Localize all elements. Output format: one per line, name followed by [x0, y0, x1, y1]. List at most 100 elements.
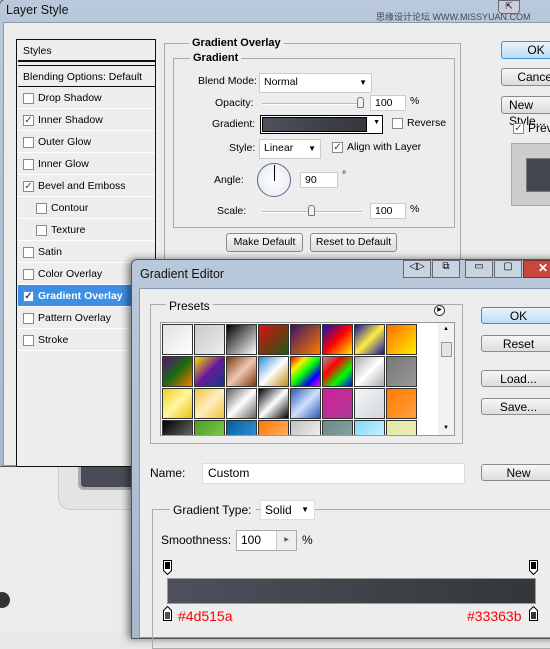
style-item-checkbox[interactable] — [23, 334, 34, 346]
style-item-checkbox[interactable]: ✓ — [23, 114, 34, 126]
preview-checkbox[interactable]: ✓ Preview — [513, 121, 550, 135]
style-item-checkbox[interactable] — [23, 158, 34, 170]
style-item-inner-glow[interactable]: Inner Glow — [18, 153, 155, 175]
preset-swatch[interactable] — [194, 420, 225, 435]
preset-swatch[interactable] — [226, 420, 257, 435]
scale-slider-thumb[interactable] — [308, 205, 315, 216]
styles-header[interactable]: Styles — [18, 40, 155, 62]
preset-swatch[interactable] — [290, 388, 321, 419]
preset-swatch[interactable] — [386, 420, 417, 435]
style-item-checkbox[interactable]: ✓ — [23, 180, 34, 192]
scroll-thumb[interactable] — [441, 342, 452, 357]
preset-swatch[interactable] — [226, 324, 257, 355]
preset-swatch[interactable] — [194, 356, 225, 387]
reverse-checkbox[interactable]: Reverse — [392, 117, 446, 129]
preset-swatch[interactable] — [354, 420, 385, 435]
new-button[interactable]: New — [481, 464, 550, 481]
blend-mode-select[interactable]: Normal ▼ — [259, 73, 372, 93]
preset-swatch[interactable] — [194, 388, 225, 419]
preset-swatch[interactable] — [322, 324, 353, 355]
chevron-down-icon[interactable]: ▼ — [373, 119, 380, 126]
style-item-checkbox[interactable] — [23, 136, 34, 148]
preset-swatch[interactable] — [354, 324, 385, 355]
blending-options[interactable]: Blending Options: Default — [18, 65, 155, 87]
preset-swatch[interactable] — [162, 324, 193, 355]
swap-icon[interactable]: ◁▷ — [403, 260, 431, 278]
opacity-stop-right[interactable] — [529, 560, 538, 576]
color-stop-right[interactable] — [529, 605, 538, 621]
name-input[interactable]: Custom — [202, 463, 465, 484]
style-item-checkbox[interactable] — [23, 246, 34, 258]
scale-input[interactable]: 100 — [370, 203, 406, 219]
style-item-outer-glow[interactable]: Outer Glow — [18, 131, 155, 153]
preset-swatch[interactable] — [386, 324, 417, 355]
style-item-drop-shadow[interactable]: Drop Shadow — [18, 87, 155, 109]
opacity-slider[interactable] — [262, 103, 364, 105]
preset-swatch[interactable] — [322, 388, 353, 419]
preset-swatch[interactable] — [162, 356, 193, 387]
gradient-bar[interactable] — [167, 578, 536, 604]
smoothness-input[interactable]: 100 ▶ — [236, 530, 297, 551]
preset-swatch[interactable] — [386, 388, 417, 419]
preset-swatch[interactable] — [226, 388, 257, 419]
preset-swatch[interactable] — [354, 388, 385, 419]
editor-reset-button[interactable]: Reset — [481, 335, 550, 352]
minimize-icon[interactable]: ▭ — [465, 260, 493, 278]
opacity-slider-thumb[interactable] — [357, 97, 364, 108]
smoothness-stepper-icon[interactable]: ▶ — [276, 531, 296, 550]
preset-swatch[interactable] — [258, 356, 289, 387]
load-button[interactable]: Load... — [481, 370, 550, 387]
gradient-picker[interactable]: ▼ — [260, 115, 383, 134]
style-item-bevel-and-emboss[interactable]: ✓ Bevel and Emboss — [18, 175, 155, 197]
window-menu-icon[interactable]: ⇱ — [498, 0, 520, 14]
style-item-contour[interactable]: Contour — [18, 197, 155, 219]
angle-dial[interactable] — [257, 163, 291, 197]
gradient-preview[interactable] — [262, 117, 367, 132]
style-item-checkbox[interactable]: ✓ — [23, 290, 34, 302]
style-item-checkbox[interactable] — [36, 224, 47, 236]
style-item-inner-shadow[interactable]: ✓ Inner Shadow — [18, 109, 155, 131]
scroll-up-icon[interactable]: ▲ — [443, 326, 449, 332]
preset-swatch[interactable] — [290, 356, 321, 387]
new-style-button[interactable]: New Style... — [501, 96, 550, 128]
reverse-check[interactable] — [392, 117, 403, 129]
presets-menu-icon[interactable]: ▶ — [434, 305, 445, 316]
gradient-type-select[interactable]: Solid ▼ — [260, 500, 315, 520]
preset-swatch[interactable] — [226, 356, 257, 387]
style-item-texture[interactable]: Texture — [18, 219, 155, 241]
preset-swatch[interactable] — [322, 356, 353, 387]
style-item-checkbox[interactable] — [36, 202, 47, 214]
style-item-checkbox[interactable] — [23, 312, 34, 324]
opacity-stop-left[interactable] — [163, 560, 172, 576]
align-check[interactable]: ✓ — [332, 141, 343, 153]
preview-check[interactable]: ✓ — [513, 123, 524, 135]
preset-swatch[interactable] — [258, 420, 289, 435]
color-stop-left[interactable] — [163, 605, 172, 621]
preset-swatch[interactable] — [290, 324, 321, 355]
style-item-checkbox[interactable] — [23, 268, 34, 280]
preset-swatch[interactable] — [258, 324, 289, 355]
editor-ok-button[interactable]: OK — [481, 307, 550, 324]
preset-swatch[interactable] — [258, 388, 289, 419]
preset-swatch[interactable] — [354, 356, 385, 387]
make-default-button[interactable]: Make Default — [226, 233, 303, 252]
close-icon[interactable]: ✕ — [523, 260, 550, 278]
reset-to-default-button[interactable]: Reset to Default — [310, 233, 397, 252]
dock-icon[interactable]: ⧉ — [432, 260, 460, 278]
opacity-input[interactable]: 100 — [370, 95, 406, 111]
maximize-icon[interactable]: ▢ — [494, 260, 522, 278]
presets-scrollbar[interactable]: ▲ ▼ — [438, 323, 454, 435]
ok-button[interactable]: OK — [501, 41, 550, 59]
preset-swatch[interactable] — [386, 356, 417, 387]
preset-swatch[interactable] — [162, 420, 193, 435]
save-button[interactable]: Save... — [481, 398, 550, 415]
preset-swatch[interactable] — [194, 324, 225, 355]
preset-swatch[interactable] — [290, 420, 321, 435]
preset-swatch[interactable] — [322, 420, 353, 435]
style-select[interactable]: Linear ▼ — [259, 139, 321, 159]
cancel-button[interactable]: Cancel — [501, 68, 550, 86]
angle-input[interactable]: 90 — [300, 172, 338, 188]
scroll-down-icon[interactable]: ▼ — [443, 425, 449, 431]
style-item-checkbox[interactable] — [23, 92, 34, 104]
preset-swatch[interactable] — [162, 388, 193, 419]
